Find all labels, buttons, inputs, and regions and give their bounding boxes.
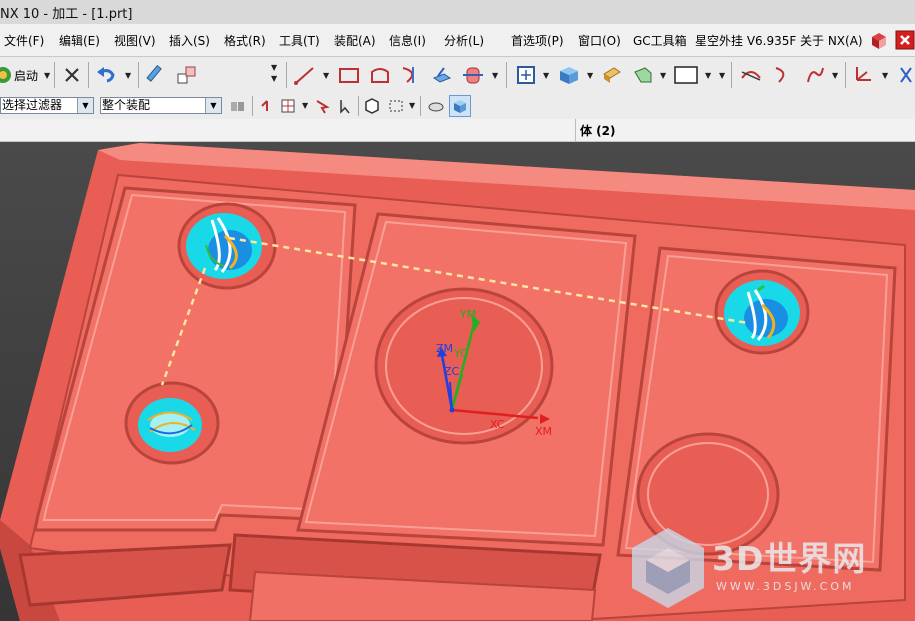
menu-gc-toolkit[interactable]: GC工具箱 — [633, 32, 687, 49]
model-view-icon[interactable] — [449, 95, 471, 117]
panel-header: 体 (2) — [0, 119, 915, 142]
menu-file[interactable]: 文件(F) — [4, 32, 44, 49]
toolbar-separator — [252, 96, 253, 116]
toolpath-hole-top-left[interactable] — [186, 213, 262, 279]
panel-divider — [575, 119, 576, 141]
edit-object-icon[interactable] — [144, 63, 168, 87]
yc-label: YC — [454, 347, 468, 360]
selection-scope-select[interactable]: 整个装配 ▼ — [100, 97, 222, 114]
start-dropdown-arrow[interactable]: ▼ — [44, 71, 50, 80]
rectangle-icon[interactable] — [336, 63, 362, 87]
toolbar-overflow-icon[interactable]: ▼ — [271, 63, 277, 72]
selection-scope-value: 整个装配 — [102, 98, 151, 112]
watermark-url: WWW.3DSJW.COM — [716, 580, 855, 593]
menu-insert[interactable]: 插入(S) — [169, 32, 210, 49]
title-bar: NX 10 - 加工 - [1.prt] — [0, 0, 915, 25]
hexagon-select-icon[interactable] — [362, 96, 382, 116]
selection-scope-arrow-icon[interactable]: ▼ — [205, 98, 221, 113]
xm-label: XM — [535, 425, 553, 438]
menu-view[interactable]: 视图(V) — [114, 32, 156, 49]
snap-pointer-icon[interactable] — [312, 96, 332, 116]
toolbar-separator — [731, 62, 732, 88]
csys-icon[interactable] — [850, 63, 876, 87]
menu-tools[interactable]: 工具(T) — [279, 32, 320, 49]
main-toolbar: 启动 ▼ ▼ ▼ ▼ ▼ ▼ ▼ ▼ ▼ ▼ ▼ ▼ ▼ — [0, 57, 915, 94]
toolbar-separator — [286, 62, 287, 88]
zc-label: ZC — [444, 365, 460, 378]
trim-curve-icon[interactable] — [398, 63, 424, 87]
box-select-icon[interactable] — [386, 96, 406, 116]
view-prefs-icon[interactable] — [426, 96, 446, 116]
menu-plugin[interactable]: 星空外挂 V6.935F — [695, 32, 796, 49]
cancel-x-icon[interactable] — [60, 63, 84, 87]
toolpath-hole-bottom-left[interactable] — [138, 398, 202, 452]
ym-label: YM — [460, 308, 477, 321]
csys-dropdown-arrow[interactable]: ▼ — [882, 71, 888, 80]
background-icon[interactable] — [672, 63, 700, 87]
curve-b-icon[interactable] — [770, 63, 796, 87]
select-dropdown-arrow[interactable]: ▼ — [409, 101, 415, 110]
menu-bar: 文件(F) 编辑(E) 视图(V) 插入(S) 格式(R) 工具(T) 装配(A… — [0, 24, 915, 57]
toolbar-separator — [54, 62, 55, 88]
selected-bodies-label: 体 (2) — [580, 124, 616, 138]
menu-format[interactable]: 格式(R) — [224, 32, 266, 49]
menu-about-nx[interactable]: 关于 NX(A) — [800, 32, 863, 49]
undo-dropdown-arrow[interactable]: ▼ — [125, 71, 131, 80]
start-icon — [0, 63, 12, 87]
render-style-icon[interactable] — [630, 63, 656, 87]
menu-edit[interactable]: 编辑(E) — [59, 32, 100, 49]
extrude-icon[interactable] — [429, 63, 455, 87]
toolbar-separator — [420, 96, 421, 116]
menu-preferences[interactable]: 首选项(P) — [511, 32, 564, 49]
snap-cursor-icon[interactable] — [336, 96, 356, 116]
selection-bar: 选择过滤器 ▼ 整个装配 ▼ ▼ ▼ — [0, 93, 915, 120]
type-filter-arrow-icon[interactable]: ▼ — [77, 98, 93, 113]
filter-settings-icon[interactable] — [228, 96, 248, 116]
line-icon[interactable] — [292, 63, 318, 87]
point-icon[interactable] — [896, 63, 915, 87]
close-window-icon[interactable] — [894, 29, 915, 51]
orient-view-icon[interactable] — [556, 63, 582, 87]
role-cube-icon[interactable] — [868, 29, 890, 51]
toolbar-separator — [88, 62, 89, 88]
toolpath-hole-right[interactable] — [724, 280, 800, 346]
render-dropdown-arrow[interactable]: ▼ — [660, 71, 666, 80]
start-button[interactable]: 启动 — [14, 67, 38, 84]
window-title: NX 10 - 加工 - [1.prt] — [0, 7, 133, 22]
revolve-icon[interactable] — [460, 63, 486, 87]
shaded-edge-icon[interactable] — [599, 63, 625, 87]
toolbar-separator — [138, 62, 139, 88]
undo-icon[interactable] — [94, 63, 118, 87]
xc-label: XC — [490, 418, 505, 431]
watermark-text: 3D世界网 — [712, 539, 867, 578]
background-dropdown-arrow[interactable]: ▼ — [705, 71, 711, 80]
snap-dropdown-arrow[interactable]: ▼ — [302, 101, 308, 110]
menu-window[interactable]: 窗口(O) — [578, 32, 621, 49]
feature-dropdown-arrow[interactable]: ▼ — [492, 71, 498, 80]
orient-dropdown-arrow[interactable]: ▼ — [587, 71, 593, 80]
line-dropdown-arrow[interactable]: ▼ — [323, 71, 329, 80]
view-overflow-icon[interactable]: ▼ — [719, 71, 725, 80]
snap-grid-icon[interactable] — [278, 96, 298, 116]
toolbar-separator — [845, 62, 846, 88]
curve-a-icon[interactable] — [738, 63, 764, 87]
zm-label: ZM — [436, 342, 454, 355]
menu-information[interactable]: 信息(I) — [389, 32, 426, 49]
fit-view-icon[interactable] — [513, 63, 539, 87]
snap-point-icon[interactable] — [258, 96, 278, 116]
curve-dropdown-arrow[interactable]: ▼ — [832, 71, 838, 80]
display-edit-icon[interactable] — [175, 63, 199, 87]
fit-dropdown-arrow[interactable]: ▼ — [543, 71, 549, 80]
curve-c-icon[interactable] — [802, 63, 828, 87]
type-filter-value: 选择过滤器 — [2, 98, 63, 112]
toolbar-separator — [506, 62, 507, 88]
profile-icon[interactable] — [367, 63, 393, 87]
type-filter-select[interactable]: 选择过滤器 ▼ — [0, 97, 94, 114]
menu-analysis[interactable]: 分析(L) — [444, 32, 484, 49]
toolbar-separator — [358, 96, 359, 116]
menu-assemblies[interactable]: 装配(A) — [334, 32, 376, 49]
